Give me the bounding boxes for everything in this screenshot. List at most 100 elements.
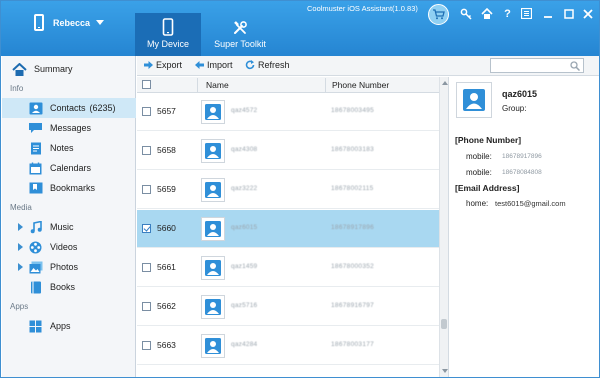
sidebar-item-contacts[interactable]: Contacts (6235) [2, 98, 136, 118]
sidebar-item-label: Calendars [50, 163, 92, 173]
contact-avatar [201, 295, 225, 319]
vertical-scrollbar[interactable] [439, 77, 448, 377]
contact-detail-panel: qaz6015 Group: [Phone Number] mobile: 18… [448, 77, 599, 377]
sidebar-item-bookmarks[interactable]: Bookmarks [2, 178, 136, 198]
table-row[interactable]: 5658 qaz4308 18678003183 [137, 132, 439, 170]
contact-group-label: Group: [502, 104, 527, 113]
table-row[interactable]: 5659 qaz3222 18678002115 [137, 171, 439, 209]
key-button[interactable] [457, 5, 474, 22]
sidebar-item-calendars[interactable]: Calendars [2, 158, 136, 178]
column-divider [325, 78, 326, 92]
app-window: Rebecca My Device Super Toolkit Coolmust… [0, 0, 600, 378]
row-id: 5660 [157, 223, 176, 233]
refresh-button[interactable]: Refresh [245, 60, 290, 70]
email-value: test6015@gmail.com [495, 199, 566, 208]
bookmark-icon [28, 182, 43, 195]
contact-avatar [201, 334, 225, 358]
row-checkbox[interactable] [142, 146, 151, 155]
table-row[interactable]: 5662 qaz5716 18678916797 [137, 288, 439, 326]
menu-button[interactable] [518, 5, 535, 22]
sidebar-item-photos[interactable]: Photos [2, 257, 136, 277]
import-button[interactable]: Import [195, 60, 233, 70]
column-header-phone[interactable]: Phone Number [332, 80, 389, 90]
sidebar-item-summary[interactable]: Summary [2, 59, 136, 79]
minimize-button[interactable] [539, 5, 556, 22]
table-row[interactable]: 5657 qaz4572 18678003495 [137, 93, 439, 131]
photos-icon [28, 261, 43, 274]
export-arrow-icon [144, 61, 153, 69]
key-icon [460, 8, 472, 20]
row-checkbox[interactable] [142, 263, 151, 272]
device-selector[interactable]: Rebecca [34, 14, 105, 31]
expand-arrow-icon [18, 243, 23, 251]
calendar-icon [28, 162, 43, 175]
sidebar-item-label: Music [50, 222, 74, 232]
contact-phone: 18678917896 [331, 224, 375, 231]
section-media: Media [10, 203, 32, 212]
table-row[interactable]: 5663 qaz4284 18678003177 [137, 327, 439, 365]
select-all-checkbox[interactable] [142, 80, 151, 89]
row-id: 5661 [157, 262, 176, 272]
contact-phone: 18678003183 [331, 146, 375, 153]
tab-my-device[interactable]: My Device [135, 13, 201, 56]
apps-grid-icon [28, 320, 43, 333]
column-divider [197, 78, 198, 92]
contacts-count: (6235) [89, 103, 116, 113]
contact-phone: 18678003495 [331, 107, 375, 114]
menu-icon [521, 8, 532, 19]
tab-label: My Device [146, 39, 189, 49]
contact-name: qaz3222 [231, 185, 258, 192]
row-id: 5657 [157, 106, 176, 116]
close-button[interactable] [579, 5, 596, 22]
import-arrow-icon [195, 61, 204, 69]
sidebar-item-videos[interactable]: Videos [2, 237, 136, 257]
toolbar: Export Import Refresh [137, 56, 599, 76]
import-label: Import [207, 60, 233, 70]
sidebar-item-notes[interactable]: Notes [2, 138, 136, 158]
book-icon [28, 281, 43, 294]
sidebar: Summary Info Contacts (6235) Messages No… [2, 56, 136, 377]
row-checkbox[interactable] [142, 107, 151, 116]
row-checkbox[interactable] [142, 185, 151, 194]
home-button[interactable] [478, 5, 495, 22]
cart-button[interactable] [428, 4, 449, 25]
sidebar-item-label: Notes [50, 143, 74, 153]
column-header-name[interactable]: Name [206, 80, 229, 90]
sidebar-item-messages[interactable]: Messages [2, 118, 136, 138]
sidebar-item-books[interactable]: Books [2, 277, 136, 297]
message-icon [28, 122, 43, 135]
row-id: 5662 [157, 301, 176, 311]
row-checkbox[interactable] [142, 341, 151, 350]
section-info: Info [10, 84, 24, 93]
export-button[interactable]: Export [144, 60, 182, 70]
sidebar-item-label: Summary [34, 64, 73, 74]
restore-button[interactable] [560, 5, 577, 22]
tools-icon [207, 18, 273, 36]
sidebar-item-label: Bookmarks [50, 183, 96, 193]
title-bar: Rebecca My Device Super Toolkit Coolmust… [1, 1, 599, 56]
row-checkbox[interactable] [142, 224, 151, 233]
phone-value: 18678917896 [502, 153, 542, 160]
sidebar-item-label: Contacts [50, 103, 86, 113]
sidebar-item-label: Messages [50, 123, 92, 133]
help-button[interactable]: ? [499, 5, 516, 22]
contact-name: qaz5716 [231, 302, 258, 309]
row-checkbox[interactable] [142, 302, 151, 311]
expand-arrow-icon [18, 223, 23, 231]
contact-avatar [201, 178, 225, 202]
table-header: Name Phone Number [137, 77, 439, 93]
contact-phone: 18678916797 [331, 302, 375, 309]
person-icon [205, 338, 221, 354]
row-id: 5659 [157, 184, 176, 194]
tab-super-toolkit[interactable]: Super Toolkit [207, 13, 273, 56]
search-input[interactable] [490, 58, 584, 73]
phone-label: mobile: [466, 168, 492, 177]
sidebar-item-music[interactable]: Music [2, 217, 136, 237]
table-row[interactable]: 5661 qaz1459 18678000352 [137, 249, 439, 287]
sidebar-item-apps[interactable]: Apps [2, 316, 136, 336]
contact-avatar [201, 100, 225, 124]
scroll-thumb[interactable] [441, 319, 447, 329]
row-id: 5658 [157, 145, 176, 155]
table-row[interactable]: 5660 qaz6015 18678917896 [137, 210, 439, 248]
search-icon [570, 61, 581, 73]
